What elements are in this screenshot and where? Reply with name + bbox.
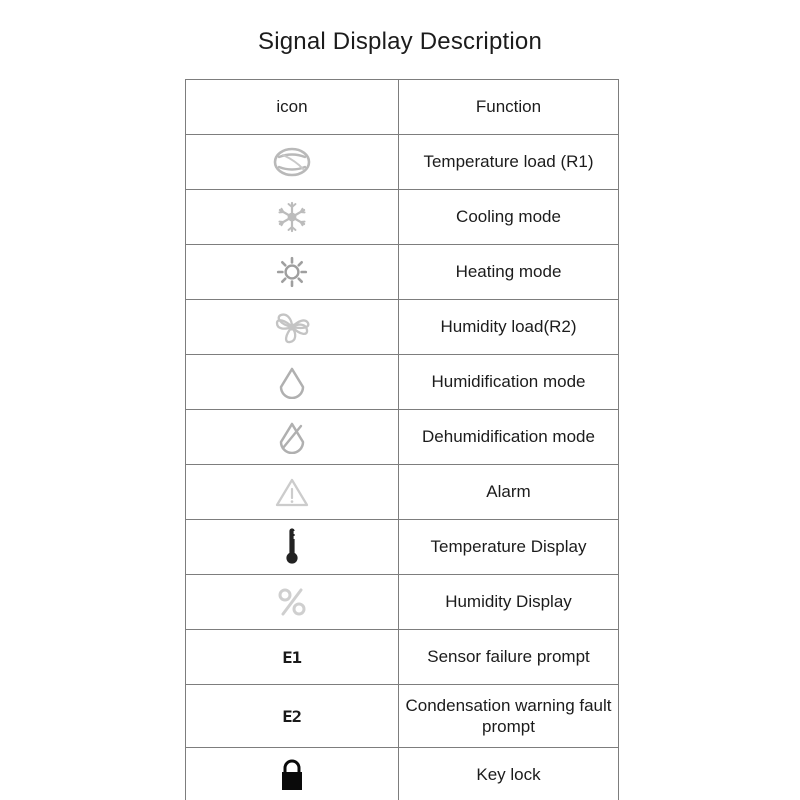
function-cell: Cooling mode — [398, 189, 619, 245]
function-cell: Humidification mode — [398, 354, 619, 410]
error-code-e2-label: E2 — [282, 706, 303, 726]
icon-cell — [185, 299, 399, 355]
function-cell: Temperature load (R1) — [398, 134, 619, 190]
fan-icon — [186, 300, 398, 354]
function-cell: Humidity Display — [398, 574, 619, 630]
table-row: Key lock — [185, 747, 619, 800]
water-drop-icon — [186, 355, 398, 409]
table-row: Humidity Display — [185, 574, 619, 630]
icon-cell: E1 — [185, 629, 399, 685]
header-cell-icon: icon — [185, 79, 399, 135]
error-code-e1-label: E1 — [282, 647, 303, 667]
signal-description-table: icon Function Temperature load (R1) Cool… — [185, 79, 619, 800]
percent-icon — [186, 575, 398, 629]
signal-display-description-page: Signal Display Description icon Function — [0, 0, 800, 800]
thermometer-icon — [186, 520, 398, 574]
error-code-e2-icon: E2 — [186, 685, 398, 747]
function-cell: Sensor failure prompt — [398, 629, 619, 685]
sun-icon — [186, 245, 398, 299]
function-cell: Heating mode — [398, 244, 619, 300]
function-cell: Condensation warning fault prompt — [398, 684, 619, 748]
icon-cell — [185, 574, 399, 630]
table-row: Humidification mode — [185, 354, 619, 410]
header-cell-function: Function — [398, 79, 619, 135]
snowflake-icon — [186, 190, 398, 244]
error-code-e1-icon: E1 — [186, 630, 398, 684]
icon-cell — [185, 409, 399, 465]
icon-cell — [185, 244, 399, 300]
padlock-icon — [186, 748, 398, 800]
page-title: Signal Display Description — [258, 28, 542, 55]
table-row: Humidity load(R2) — [185, 299, 619, 355]
icon-cell — [185, 134, 399, 190]
icon-cell — [185, 747, 399, 800]
table-row: Temperature load (R1) — [185, 134, 619, 190]
table-header-row: icon Function — [185, 79, 619, 135]
icon-cell — [185, 464, 399, 520]
function-cell: Temperature Display — [398, 519, 619, 575]
table-row: E1 Sensor failure prompt — [185, 629, 619, 685]
function-cell: Humidity load(R2) — [398, 299, 619, 355]
icon-cell: E2 — [185, 684, 399, 748]
icon-cell — [185, 189, 399, 245]
table-row: E2 Condensation warning fault prompt — [185, 684, 619, 748]
warning-triangle-icon — [186, 465, 398, 519]
table-row: Dehumidification mode — [185, 409, 619, 465]
table-row: Cooling mode — [185, 189, 619, 245]
icon-cell — [185, 354, 399, 410]
function-cell: Alarm — [398, 464, 619, 520]
table-row: Heating mode — [185, 244, 619, 300]
table-row: Temperature Display — [185, 519, 619, 575]
temperature-load-coil-icon — [186, 135, 398, 189]
function-cell: Key lock — [398, 747, 619, 800]
water-drop-slash-icon — [186, 410, 398, 464]
table-row: Alarm — [185, 464, 619, 520]
icon-cell — [185, 519, 399, 575]
function-cell: Dehumidification mode — [398, 409, 619, 465]
